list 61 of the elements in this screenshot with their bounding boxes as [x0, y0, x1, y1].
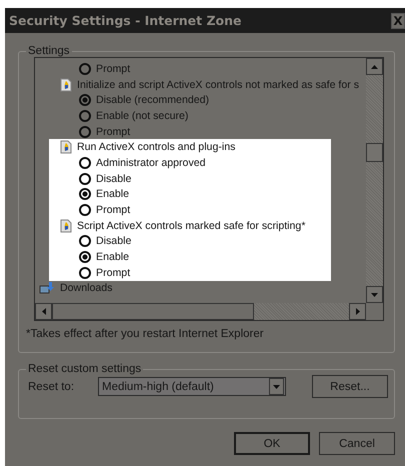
row-label: Disable	[96, 172, 132, 185]
list-row[interactable]: Administrator approved	[49, 155, 331, 171]
radio-button[interactable]	[79, 156, 91, 169]
vertical-scrollbar[interactable]	[366, 58, 383, 303]
setting-icon	[60, 140, 72, 154]
row-label: Disable (recommended)	[96, 94, 210, 106]
row-label: Script ActiveX controls marked safe for scripting*	[77, 220, 306, 232]
radio-button[interactable]	[79, 235, 91, 248]
row-label: Prompt	[96, 204, 130, 216]
row-label: Enable	[96, 251, 129, 264]
list-row[interactable]: Disable	[49, 170, 331, 186]
radio-button[interactable]	[79, 62, 91, 75]
list-row[interactable]: Prompt	[49, 264, 331, 281]
row-label: Run ActiveX controls and plug-ins	[77, 141, 236, 154]
row-label: Enable (not secure)	[96, 110, 188, 122]
list-row[interactable]: Disable (recommended)	[49, 92, 331, 108]
radio-button[interactable]	[79, 94, 91, 106]
reset-button[interactable]: Reset...	[312, 375, 388, 398]
row-label: Prompt	[96, 62, 130, 75]
row-label: Prompt	[96, 126, 130, 138]
download-icon	[39, 281, 55, 296]
setting-icon	[60, 78, 72, 92]
radio-button[interactable]	[79, 204, 91, 216]
row-label: Initialize and script ActiveX controls not marked as safe for s	[77, 78, 360, 91]
radio-button[interactable]	[79, 110, 91, 122]
reset-label: Reset to:	[28, 380, 76, 392]
scroll-right-icon[interactable]	[349, 303, 366, 320]
scroll-left-icon[interactable]	[35, 303, 52, 320]
list-row[interactable]: Prompt	[49, 61, 331, 77]
dialog-button[interactable]: Cancel	[319, 432, 395, 455]
row-label: Prompt	[96, 266, 130, 279]
list-row[interactable]: Downloads	[35, 280, 112, 296]
window-title: Security Settings - Internet Zone	[9, 13, 242, 28]
scroll-thumb[interactable]	[52, 303, 254, 320]
level-dropdown[interactable]: Medium-high (default)	[98, 377, 286, 396]
close-button[interactable]: X	[391, 12, 405, 28]
scroll-up-icon[interactable]	[366, 58, 383, 75]
list-row[interactable]: Disable	[49, 234, 331, 250]
radio-button[interactable]	[79, 172, 91, 185]
list-row[interactable]: Script ActiveX controls marked safe for scripting*	[49, 218, 331, 234]
group-label: Settings	[27, 45, 71, 57]
footnote: *Takes effect after you restart Internet Explorer	[26, 328, 265, 340]
horizontal-scrollbar[interactable]	[35, 303, 366, 320]
scroll-down-icon[interactable]	[366, 286, 383, 303]
list-row[interactable]: Enable	[49, 249, 331, 265]
row-label: Downloads	[60, 282, 112, 294]
radio-button[interactable]	[79, 188, 91, 200]
list-row[interactable]: Enable (not secure)	[49, 108, 331, 124]
radio-button[interactable]	[79, 251, 91, 264]
list-row[interactable]: Prompt	[49, 202, 331, 218]
row-label: Disable	[96, 235, 132, 248]
scroll-thumb[interactable]	[366, 143, 383, 162]
row-label: Enable	[96, 188, 129, 200]
setting-icon	[60, 218, 72, 233]
radio-button[interactable]	[79, 266, 91, 279]
dialog-button[interactable]: OK	[234, 432, 310, 455]
group-label: Reset custom settings	[27, 363, 142, 375]
row-label: Administrator approved	[96, 156, 206, 169]
list-row[interactable]: Initialize and script ActiveX controls not marked as safe for s	[49, 76, 360, 92]
list-row[interactable]: Run ActiveX controls and plug-ins	[49, 139, 331, 156]
list-row[interactable]: Enable	[49, 186, 331, 202]
